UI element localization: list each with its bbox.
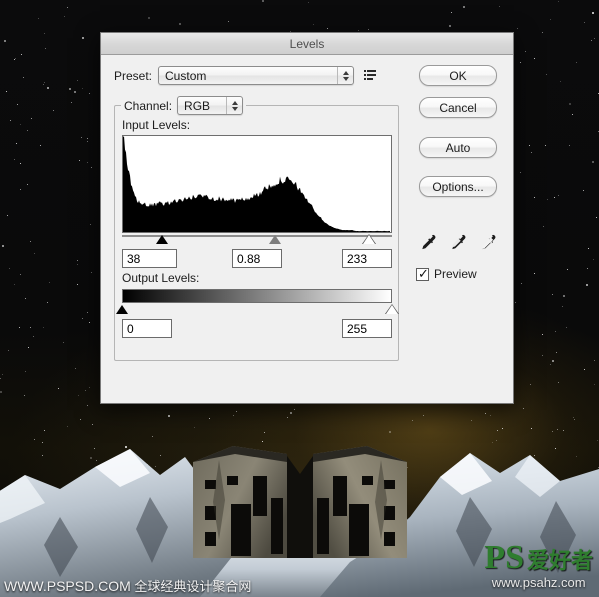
ps-logo-text: PS [484, 539, 524, 576]
eyedropper-group [419, 232, 497, 252]
set-white-point-eyedropper[interactable] [479, 232, 497, 252]
output-white-field[interactable]: 255 [342, 319, 392, 338]
site-logo-right: PS 爱好者 www.psahz.com [484, 539, 593, 590]
channel-dropdown[interactable]: RGB [177, 96, 244, 115]
watermark-url: WWW.PSPSD.COM [4, 578, 131, 594]
auto-button[interactable]: Auto [419, 137, 497, 158]
preset-dropdown[interactable]: Custom [158, 66, 355, 85]
dialog-titlebar[interactable]: Levels [101, 33, 513, 55]
input-gamma-slider[interactable] [268, 235, 281, 244]
output-white-slider[interactable] [385, 304, 399, 314]
input-gamma-field[interactable]: 0.88 [232, 249, 282, 268]
options-button[interactable]: Options... [419, 176, 497, 197]
output-black-slider[interactable] [116, 305, 128, 314]
site-watermark-left: WWW.PSPSD.COM 全球经典设计聚合网 [4, 576, 251, 595]
input-white-field[interactable]: 233 [342, 249, 392, 268]
set-black-point-eyedropper[interactable] [419, 232, 437, 252]
dialog-body: Preset: Custom Channel: RGB Input Levels… [101, 55, 513, 405]
levels-dialog: Levels Preset: Custom Channel: RGB Input… [100, 32, 514, 404]
dialog-title: Levels [289, 36, 325, 51]
chevron-updown-icon [337, 67, 353, 84]
preset-options-menu-icon[interactable] [363, 68, 379, 83]
histogram-svg [123, 136, 390, 232]
preview-label: Preview [434, 267, 477, 281]
output-levels-label: Output Levels: [122, 271, 200, 285]
histogram-chart[interactable] [122, 135, 392, 233]
chevron-updown-icon [226, 97, 242, 114]
preview-row[interactable]: ✓ Preview [416, 267, 477, 281]
checkmark-icon: ✓ [418, 265, 429, 281]
ruined-buildings [193, 446, 407, 558]
ok-button[interactable]: OK [419, 65, 497, 86]
preset-row: Preset: Custom [114, 66, 379, 85]
input-black-point-slider[interactable] [156, 235, 169, 244]
ps-logo-url: www.psahz.com [491, 575, 586, 590]
channel-value: RGB [184, 98, 211, 113]
preset-value: Custom [165, 68, 207, 83]
watermark-cn: 全球经典设计聚合网 [130, 579, 252, 594]
cancel-button[interactable]: Cancel [419, 97, 497, 118]
set-gray-point-eyedropper[interactable] [449, 232, 467, 252]
output-gradient-ramp[interactable] [122, 289, 392, 303]
ps-logo-cn: 爱好者 [526, 548, 593, 573]
channel-label: Channel: [124, 98, 173, 113]
preview-checkbox[interactable]: ✓ [416, 265, 429, 281]
input-levels-label: Input Levels: [122, 118, 191, 132]
input-black-field[interactable]: 38 [122, 249, 177, 268]
channel-row: Channel: RGB [121, 96, 247, 115]
preset-label: Preset: [114, 68, 153, 83]
output-black-field[interactable]: 0 [122, 319, 172, 338]
